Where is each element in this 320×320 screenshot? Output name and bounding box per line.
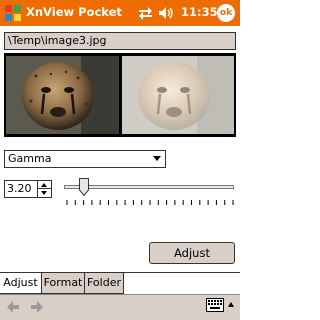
tab-adjust[interactable]: Adjust bbox=[0, 273, 42, 294]
arrow-down-icon bbox=[41, 191, 47, 195]
back-arrow-icon[interactable] bbox=[6, 300, 20, 314]
tab-folder[interactable]: Folder bbox=[84, 273, 124, 294]
stepper-up-button[interactable] bbox=[38, 181, 51, 189]
input-menu-arrow-icon[interactable] bbox=[228, 302, 234, 307]
value-field[interactable]: 3.20 bbox=[4, 180, 38, 198]
stepper-down-button[interactable] bbox=[38, 189, 51, 197]
clock[interactable]: 11:35 bbox=[181, 5, 218, 19]
keyboard-icon[interactable] bbox=[206, 298, 224, 312]
windows-start-icon[interactable] bbox=[4, 4, 22, 22]
slider-track[interactable] bbox=[64, 185, 234, 189]
path-field[interactable]: \Temp\image3.jpg bbox=[4, 32, 236, 50]
volume-icon[interactable] bbox=[158, 6, 174, 20]
tab-format[interactable]: Format bbox=[41, 273, 85, 294]
filter-select[interactable]: Gamma bbox=[4, 150, 166, 168]
chevron-down-icon bbox=[153, 156, 161, 161]
slider-thumb[interactable] bbox=[79, 178, 90, 196]
slider-ticks bbox=[66, 200, 234, 205]
adjust-button[interactable]: Adjust bbox=[149, 242, 235, 264]
value-stepper[interactable] bbox=[38, 180, 52, 198]
filter-select-value: Gamma bbox=[8, 152, 52, 165]
adjusted-image-preview[interactable] bbox=[122, 56, 234, 134]
arrow-up-icon bbox=[41, 183, 47, 187]
original-image-preview[interactable] bbox=[6, 56, 119, 134]
ok-button[interactable]: ok bbox=[217, 4, 235, 22]
network-icon[interactable] bbox=[138, 6, 153, 20]
app-title: XnView Pocket bbox=[26, 5, 122, 19]
forward-arrow-icon[interactable] bbox=[30, 300, 44, 314]
